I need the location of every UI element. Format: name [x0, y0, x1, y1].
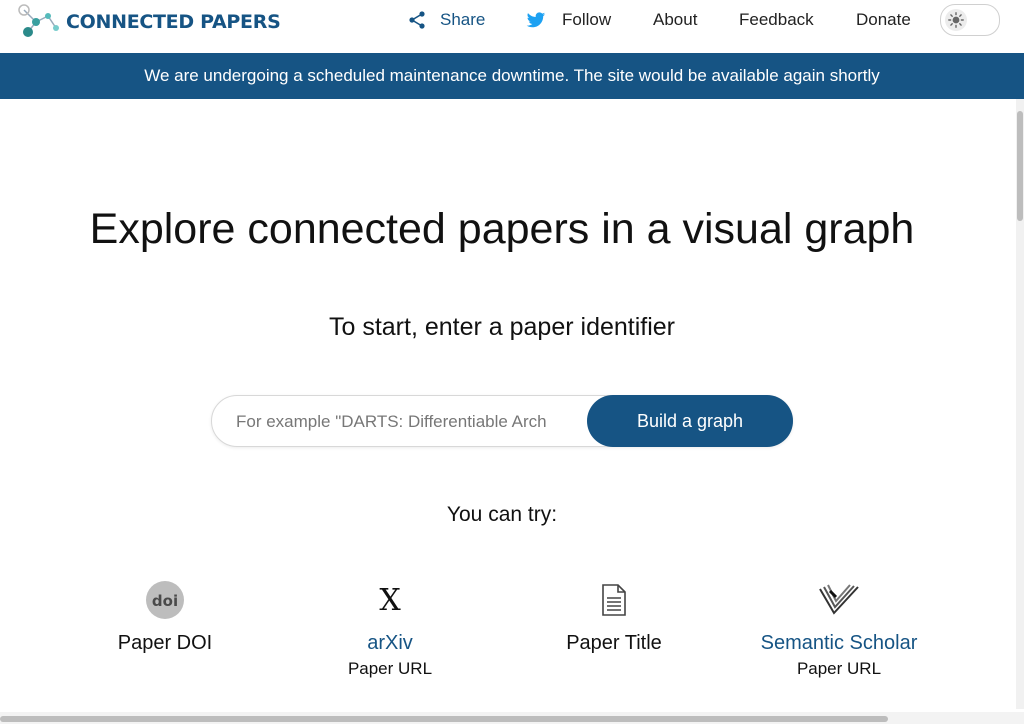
option-semantic-scholar: Semantic Scholar Paper URL — [729, 578, 949, 679]
share-icon — [409, 11, 425, 29]
nav-donate-label: Donate — [856, 10, 911, 29]
option-subtitle: Paper URL — [796, 659, 882, 678]
option-arxiv: X arXiv Paper URL — [280, 578, 500, 679]
option-title: Paper Title — [566, 632, 662, 654]
theme-toggle[interactable] — [940, 4, 1000, 36]
nav-follow[interactable]: Follow — [526, 8, 611, 32]
horizontal-scrollbar-thumb[interactable] — [0, 716, 888, 722]
nav-share-label: Share — [440, 10, 486, 29]
banner-text: We are undergoing a scheduled maintenanc… — [144, 66, 880, 85]
page-subhead: To start, enter a paper identifier — [328, 313, 676, 341]
doi-icon-text: doi — [152, 592, 178, 610]
arxiv-link[interactable]: arXiv — [280, 632, 500, 655]
logo[interactable]: CONNECTED PAPERS — [18, 2, 281, 42]
nav-feedback[interactable]: Feedback — [739, 8, 814, 32]
paper-search-input[interactable] — [234, 410, 583, 434]
option-title: Paper DOI — [117, 632, 213, 654]
build-graph-button[interactable]: Build a graph — [587, 395, 793, 447]
graph-logo-icon — [18, 4, 59, 37]
nav-follow-label: Follow — [562, 10, 612, 29]
toggle-knob — [945, 9, 967, 31]
nav-about[interactable]: About — [653, 8, 697, 32]
sun-icon — [948, 12, 964, 28]
top-header: CONNECTED PAPERS Share Follow About Feed… — [0, 0, 1024, 52]
try-label: You can try: — [446, 503, 558, 526]
vertical-scrollbar-thumb[interactable] — [1017, 111, 1023, 221]
nav-donate[interactable]: Donate — [856, 8, 911, 32]
vertical-scrollbar[interactable] — [1016, 99, 1024, 709]
arxiv-icon: X — [379, 582, 401, 618]
brand-name: CONNECTED PAPERS — [66, 11, 281, 33]
maintenance-banner: We are undergoing a scheduled maintenanc… — [0, 53, 1024, 99]
option-subtitle: Paper URL — [347, 659, 433, 678]
nav-about-label: About — [653, 10, 698, 29]
document-icon — [602, 584, 626, 616]
page-headline: Explore connected papers in a visual gra… — [89, 205, 915, 253]
twitter-icon — [526, 11, 546, 27]
semantic-scholar-icon — [819, 584, 859, 615]
nav-share[interactable]: Share — [408, 8, 485, 32]
doi-icon: doi — [146, 581, 184, 619]
horizontal-scrollbar[interactable] — [0, 712, 1024, 724]
option-paper-doi: doi Paper DOI — [55, 578, 275, 655]
option-paper-title: Paper Title — [504, 578, 724, 655]
semantic-scholar-link[interactable]: Semantic Scholar — [729, 632, 949, 655]
nav-feedback-label: Feedback — [739, 10, 814, 29]
